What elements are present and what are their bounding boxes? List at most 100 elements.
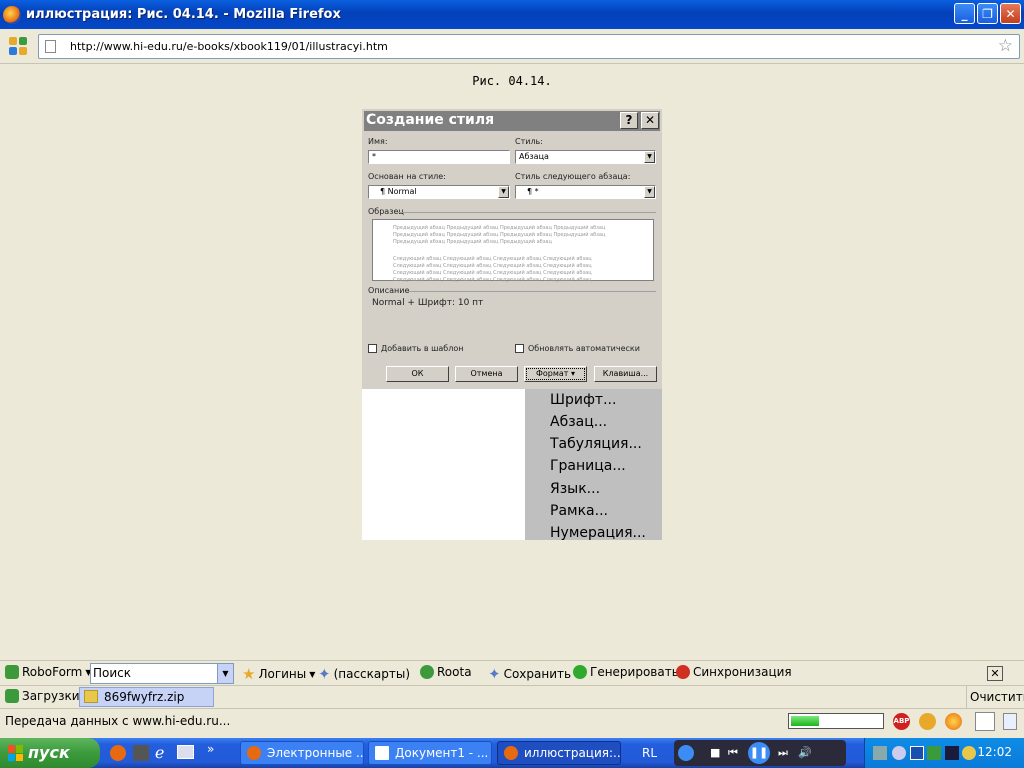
dialog-title: Создание стиля <box>364 111 660 131</box>
auto-update-label: Обновлять автоматически <box>528 344 640 353</box>
adblock-icon[interactable]: ABP <box>893 713 910 730</box>
word-icon <box>375 746 389 760</box>
tray-window-icon[interactable] <box>910 746 924 760</box>
bookmark-star-icon[interactable]: ☆ <box>998 36 1013 56</box>
chevron-down-icon: ▼ <box>644 186 655 198</box>
generate-icon <box>573 665 587 679</box>
task-electronic[interactable]: Электронные ... <box>240 741 364 765</box>
url-bar[interactable]: http://www.hi-edu.ru/e-books/xbook119/01… <box>38 34 1020 59</box>
roota-button[interactable]: Roota <box>420 665 472 679</box>
shortcut-button: Клавиша... <box>594 366 657 382</box>
passcards-icon: ✦ <box>318 665 331 683</box>
based-on-value: ¶ Normal <box>380 187 417 196</box>
minimize-button[interactable]: _ <box>954 3 975 24</box>
cancel-button: Отмена <box>455 366 518 382</box>
format-button: Формат ▾ <box>524 366 587 382</box>
close-toolbar-icon[interactable]: ✕ <box>987 666 1003 681</box>
ok-button: ОК <box>386 366 449 382</box>
task-label: Документ1 - ... <box>395 746 489 760</box>
based-on-select: ¶ Normal ▼ <box>368 185 510 199</box>
menu-item-frame: Рамка... <box>550 503 608 519</box>
tray-media-icon[interactable] <box>945 746 959 760</box>
figure-caption: Рис. 04.14. <box>472 74 552 88</box>
based-on-label: Основан на стиле: <box>368 172 446 181</box>
task-document1[interactable]: Документ1 - ... <box>368 741 492 765</box>
previous-icon[interactable]: ⏮ <box>728 746 738 760</box>
save-button[interactable]: ✦ Сохранить <box>488 665 571 683</box>
next-style-value: ¶ * <box>527 187 539 196</box>
sync-button[interactable]: Синхронизация <box>676 665 792 679</box>
firefox-icon <box>247 746 261 760</box>
chevron-down-icon: ▼ <box>644 151 655 163</box>
stop-icon[interactable]: ■ <box>710 746 720 759</box>
sample-next-text: Следующий абзац Следующий абзац Следующи… <box>393 256 592 283</box>
tray-speaker-icon[interactable] <box>962 746 976 760</box>
name-field: * <box>368 150 510 164</box>
page-content: Рис. 04.14. Создание стиля ? ✕ Имя: * Ст… <box>0 65 1024 660</box>
zip-file-icon <box>84 690 98 703</box>
page-info-icon[interactable] <box>1003 713 1017 730</box>
next-icon[interactable]: ⏭ <box>778 746 788 760</box>
roboform-button[interactable]: RoboForm ▼ <box>5 665 91 679</box>
style-type-label: Стиль: <box>515 137 543 146</box>
pause-icon[interactable]: ❚❚ <box>748 742 770 764</box>
style-type-select: Абзаца ▼ <box>515 150 656 164</box>
description-value: Normal + Шрифт: 10 пт <box>372 298 484 308</box>
save-label: Сохранить <box>503 667 572 681</box>
quicklaunch-desktop-icon[interactable] <box>177 745 194 759</box>
quicklaunch-firefox-icon[interactable] <box>110 745 126 761</box>
name-value: * <box>372 152 376 161</box>
figure-image: Создание стиля ? ✕ Имя: * Стиль: Абзаца ▼… <box>362 109 662 541</box>
menu-item-language: Язык... <box>550 481 601 497</box>
maximize-button[interactable]: ❐ <box>977 3 998 24</box>
menu-item-tabs: Табуляция... <box>550 436 642 452</box>
logins-label: Логины <box>258 667 307 681</box>
clear-downloads-button[interactable]: Очистить <box>966 686 1024 708</box>
menu-item-paragraph: Абзац... <box>550 414 608 430</box>
download-filename: 869fwyfrz.zip <box>104 690 185 704</box>
quicklaunch-app-icon[interactable] <box>133 745 149 761</box>
tray-app-icon[interactable] <box>892 746 906 760</box>
download-item[interactable]: 869fwyfrz.zip <box>79 687 214 707</box>
speed-dial-icon[interactable] <box>9 37 27 55</box>
divider <box>398 212 656 213</box>
passcards-button[interactable]: ✦ (пасскарты) <box>318 665 410 683</box>
monkey-icon[interactable] <box>919 713 936 730</box>
menu-item-font: Шрифт... <box>550 392 617 408</box>
roboform-tray-icon[interactable] <box>927 746 941 760</box>
clock: 12:02 <box>977 745 1012 759</box>
status-bar: Передача данных с www.hi-edu.ru... ABP <box>0 708 1024 734</box>
downloads-button[interactable]: Загрузки <box>5 689 80 703</box>
menu-item-border: Граница... <box>550 458 626 474</box>
search-input[interactable]: Поиск ▼ <box>90 663 234 684</box>
quicklaunch-ie-icon[interactable]: ℯ <box>155 743 164 762</box>
navigation-bar: http://www.hi-edu.ru/e-books/xbook119/01… <box>0 29 1024 64</box>
downloads-bar: Загрузки 869fwyfrz.zip Очистить <box>0 685 1024 708</box>
task-illustration[interactable]: иллюстрация:... <box>497 741 621 765</box>
quicklaunch-more-icon[interactable]: » <box>207 742 214 756</box>
sample-preview: Предыдущий абзац Предыдущий абзац Предыд… <box>372 219 654 283</box>
generate-button[interactable]: Генерировать <box>573 665 679 679</box>
next-style-select: ¶ * ▼ <box>515 185 656 199</box>
progress-bar <box>788 713 884 729</box>
firefox-icon <box>3 5 21 24</box>
logins-button[interactable]: ★ Логины ▼ <box>242 665 315 683</box>
network-icon[interactable] <box>873 746 887 760</box>
style-type-value: Абзаца <box>519 152 549 161</box>
search-text: Поиск <box>93 666 132 680</box>
firefox-addon-icon[interactable] <box>945 713 962 730</box>
volume-icon[interactable]: 🔊 <box>798 746 812 759</box>
auto-update-checkbox <box>515 344 524 353</box>
chevron-down-icon[interactable]: ▼ <box>217 664 233 683</box>
sidebar-icon[interactable] <box>975 712 995 731</box>
start-button[interactable]: пуск <box>0 738 100 768</box>
language-indicator[interactable]: RL <box>642 746 657 760</box>
close-button[interactable]: ✕ <box>1000 3 1021 24</box>
description-label: Описание <box>368 286 410 295</box>
progress-fill <box>791 716 819 726</box>
star-icon: ★ <box>242 665 256 683</box>
chevron-down-icon: ▼ <box>498 186 509 198</box>
start-label: пуск <box>28 743 70 762</box>
downloads-icon <box>5 689 19 703</box>
roboform-icon <box>5 665 19 679</box>
